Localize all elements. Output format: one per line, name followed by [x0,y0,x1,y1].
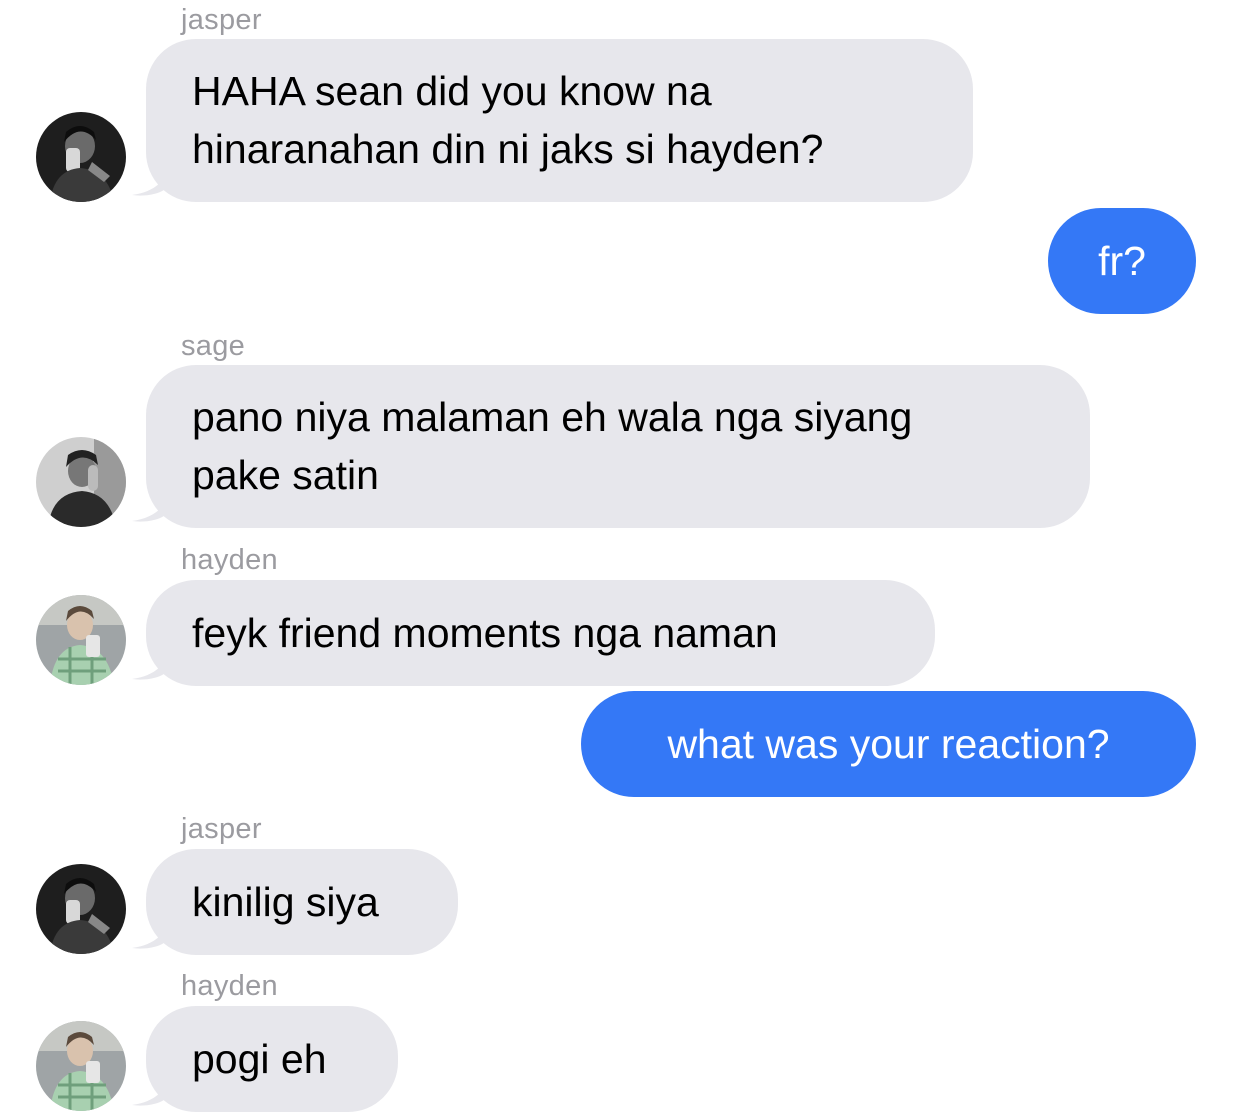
sage-avatar[interactable] [36,437,126,527]
message-bubble[interactable]: pogi eh [146,1006,398,1112]
message-bubble[interactable]: pano niya malaman eh wala nga siyang pak… [146,365,1090,528]
message-bubble[interactable]: fr? [1048,208,1196,314]
message-text: pano niya malaman eh wala nga siyang [192,394,913,440]
message-text: fr? [1098,238,1146,284]
message-bubble[interactable]: HAHA sean did you know na hinaranahan di… [146,39,973,202]
hayden-avatar[interactable] [36,1021,126,1111]
hayden-avatar[interactable] [36,595,126,685]
sender-name: jasper [181,813,262,845]
message-text: hinaranahan din ni jaks si hayden? [192,126,824,172]
jasper-avatar[interactable] [36,864,126,954]
message-text: pake satin [192,452,379,498]
sender-name: sage [181,330,246,362]
message-text: pogi eh [192,1036,327,1082]
message-text: HAHA sean did you know na [192,68,712,114]
message-text: feyk friend moments nga naman [192,610,778,656]
sender-name: hayden [181,544,278,576]
jasper-avatar[interactable] [36,112,126,202]
message-bubble[interactable]: feyk friend moments nga naman [146,580,935,686]
message-bubble[interactable]: what was your reaction? [581,691,1196,797]
message-text: kinilig siya [192,879,379,925]
sender-name: hayden [181,970,278,1002]
sender-name: jasper [181,4,262,36]
message-bubble[interactable]: kinilig siya [146,849,458,955]
message-text: what was your reaction? [667,721,1110,767]
